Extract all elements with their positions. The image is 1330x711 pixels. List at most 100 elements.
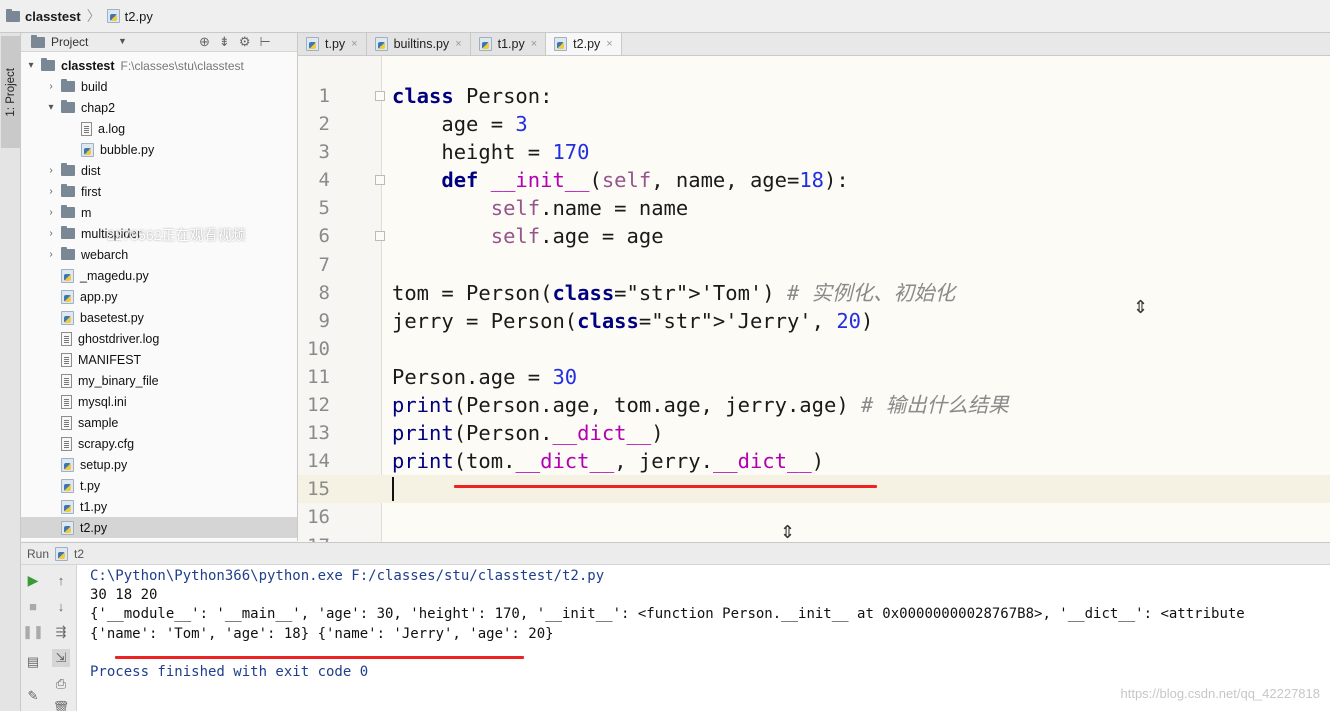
scroll-to-end-icon[interactable]: ⇲ [52,649,70,667]
code-line[interactable]: 2 age = 3 [298,110,1330,138]
chevron-down-icon[interactable]: ▾ [45,102,57,113]
code-line[interactable]: 14 print(tom.__dict__, jerry.__dict__) [298,447,1330,475]
tree-file[interactable]: t1.py [21,496,297,517]
tree-folder[interactable]: › webarch [21,244,297,265]
layout-icon[interactable]: ▤ [24,653,42,671]
chevron-down-icon[interactable]: ▼ [118,36,127,46]
fold-marker-icon[interactable] [375,231,385,242]
code-line[interactable]: 13 print(Person.__dict__) [298,419,1330,447]
code-area[interactable]: 1 class Person: 2 age = 33 height = 170 4 d… [298,82,1330,542]
tree-folder[interactable]: › m [21,202,297,223]
chevron-right-icon[interactable]: › [45,207,57,218]
text-file-icon [61,352,72,367]
console-line: {'name': 'Tom', 'age': 18} {'name': 'Jer… [90,625,554,642]
run-config-name[interactable]: t2 [74,547,84,561]
editor-tab[interactable]: t2.py × [546,33,622,55]
gear-icon[interactable]: ⚙ [239,34,251,50]
code-text: print(Person.age, tom.age, jerry.age) # … [392,393,1009,418]
code-line[interactable]: 3 height = 170 [298,138,1330,166]
chevron-right-icon[interactable]: › [45,228,57,239]
code-line[interactable]: 10 [298,335,1330,363]
editor-tab[interactable]: t1.py × [470,33,547,55]
breadcrumb-file[interactable]: t2.py [106,9,153,24]
code-editor[interactable]: 1 class Person: 2 age = 33 height = 170 4 d… [298,56,1330,542]
code-line[interactable]: 12 print(Person.age, tom.age, jerry.age) … [298,391,1330,419]
code-line[interactable]: 7 [298,251,1330,279]
close-icon[interactable]: × [531,38,537,50]
breadcrumb-project[interactable]: classtest [6,8,81,24]
tree-file[interactable]: sample [21,412,297,433]
hide-icon[interactable]: ⊢ [259,34,270,50]
python-file-icon [554,37,568,51]
project-panel-title[interactable]: Project [51,35,88,49]
code-line[interactable]: 4 def __init__(self, name, age=18): [298,166,1330,194]
editor-tab[interactable]: t.py × [298,33,367,55]
rerun-icon[interactable]: ▶ [24,571,42,589]
tree-file[interactable]: my_binary_file [21,370,297,391]
chevron-down-icon[interactable]: ▾ [25,60,37,71]
code-line[interactable]: 17 [298,532,1330,543]
text-file-icon [61,436,72,451]
code-text: class Person: [392,84,553,108]
console-line: {'__module__': '__main__', 'age': 30, 'h… [90,606,1245,623]
tree-root[interactable]: ▾ classtest F:\classes\stu\classtest [21,55,297,76]
console-output[interactable]: C:\Python\Python366\python.exe F:/classe… [90,567,1245,682]
tree-file[interactable]: t2.py [21,517,297,538]
tree-item-label: t1.py [80,499,108,514]
code-line[interactable]: 11 Person.age = 30 [298,363,1330,391]
chevron-right-icon[interactable]: › [45,249,57,260]
tree-file[interactable]: MANIFEST [21,349,297,370]
line-number: 5 [318,197,330,220]
tree-item-label: a.log [98,121,126,136]
fold-marker-icon[interactable] [375,91,385,101]
tree-folder[interactable]: › first [21,181,297,202]
tree-file[interactable]: scrapy.cfg [21,433,297,454]
line-number: 3 [318,141,330,164]
code-text: self.name = name [490,196,689,221]
ide-window: classtest 〉 t2.py 1: Project Project ▼ ⊕… [0,0,1330,711]
code-line[interactable]: 9 jerry = Person(class="str">'Jerry', 20) [298,307,1330,335]
tree-folder[interactable]: ▾ chap2 [21,97,297,118]
code-line[interactable]: 8 tom = Person(class="str">'Tom') # 实例化、初… [298,279,1330,307]
close-icon[interactable]: × [606,38,612,50]
tree-file[interactable]: mysql.ini [21,391,297,412]
line-number: 10 [307,337,330,360]
code-line[interactable]: 5 self.name = name [298,194,1330,222]
python-file-icon [61,457,74,472]
print-icon[interactable]: ⎙ [52,675,70,693]
tree-file[interactable]: a.log [21,118,297,139]
python-file-icon [478,37,492,51]
locate-icon[interactable]: ⊕ [199,34,210,50]
code-line[interactable]: 15 [298,475,1330,504]
tree-folder[interactable]: › dist [21,160,297,181]
python-file-icon [61,289,74,304]
chevron-right-icon[interactable]: › [45,165,57,176]
soft-wrap-icon[interactable]: ⇶ [52,623,70,641]
chevron-right-icon[interactable]: › [45,186,57,197]
tree-file[interactable]: basetest.py [21,307,297,328]
pause-icon[interactable]: ❚❚ [22,623,44,641]
close-icon[interactable]: × [455,38,461,50]
tree-file[interactable]: setup.py [21,454,297,475]
tool-tab-project[interactable]: 1: Project [1,36,20,148]
arrow-down-icon[interactable]: ↓ [52,597,70,615]
pin-icon[interactable]: ✎ [24,687,42,705]
tree-file[interactable]: _magedu.py [21,265,297,286]
tree-file[interactable]: bubble.py [21,139,297,160]
code-line[interactable]: 1 class Person: [298,82,1330,110]
close-icon[interactable]: × [351,38,357,50]
tree-file[interactable]: ghostdriver.log [21,328,297,349]
tree-file[interactable]: t.py [21,475,297,496]
python-file-icon [61,520,74,535]
arrow-up-icon[interactable]: ↑ [52,571,70,589]
collapse-icon[interactable]: ⇟ [219,34,230,50]
editor-tab[interactable]: builtins.py × [366,33,471,55]
tree-file[interactable]: app.py [21,286,297,307]
tree-folder[interactable]: › build [21,76,297,97]
code-line[interactable]: 16 [298,503,1330,531]
code-line[interactable]: 6 self.age = age [298,222,1330,250]
trash-icon[interactable]: 🗑 [52,699,70,711]
fold-marker-icon[interactable] [375,175,385,186]
chevron-right-icon[interactable]: › [45,81,57,92]
stop-icon[interactable]: ■ [24,597,42,615]
